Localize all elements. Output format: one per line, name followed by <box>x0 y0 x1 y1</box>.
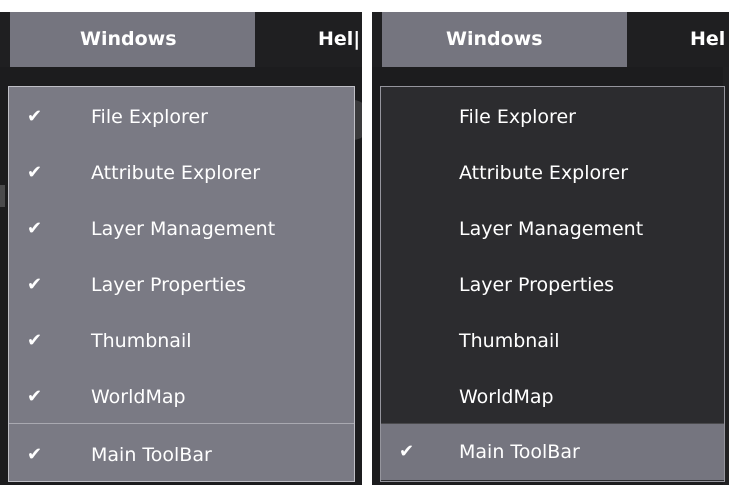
menu-item-label: Layer Management <box>91 218 276 240</box>
menu-item-label: File Explorer <box>459 106 576 128</box>
top-strip <box>0 0 362 12</box>
menu-item-layer-management[interactable]: Layer Management <box>381 201 724 257</box>
checkmark-icon: ✔ <box>27 386 43 407</box>
background-fragment <box>0 185 5 207</box>
menu-item-label: Thumbnail <box>459 330 560 352</box>
menu-item-label: Layer Management <box>459 218 644 240</box>
menu-item-file-explorer[interactable]: File Explorer <box>381 89 724 145</box>
menu-item-layer-management[interactable]: ✔ Layer Management <box>9 201 354 257</box>
top-strip <box>372 0 729 12</box>
menu-item-layer-properties[interactable]: ✔ Layer Properties <box>9 257 354 313</box>
menu-item-label: Layer Properties <box>459 274 615 296</box>
checkmark-icon: ✔ <box>27 274 43 295</box>
menu-item-worldmap[interactable]: WorldMap <box>381 369 724 425</box>
menu-item-label: Layer Properties <box>91 274 247 296</box>
menu-item-main-toolbar[interactable]: ✔ Main ToolBar <box>381 424 724 480</box>
checkmark-icon: ✔ <box>27 106 43 127</box>
menu-item-label: WorldMap <box>459 386 554 408</box>
menu-item-worldmap[interactable]: ✔ WorldMap <box>9 369 354 425</box>
menu-item-main-toolbar[interactable]: ✔ Main ToolBar <box>9 427 354 483</box>
menu-item-layer-properties[interactable]: Layer Properties <box>381 257 724 313</box>
menu-item-file-explorer[interactable]: ✔ File Explorer <box>9 89 354 145</box>
menu-separator <box>9 423 354 424</box>
menu-item-label: Attribute Explorer <box>91 162 261 184</box>
screenshot-left: Windows Hel| ✔ File Explorer ✔ Attribute… <box>0 0 362 485</box>
menu-item-label: File Explorer <box>91 106 208 128</box>
menu-item-label: Main ToolBar <box>459 441 580 463</box>
checkmark-icon: ✔ <box>27 330 43 351</box>
windows-dropdown-menu: File Explorer Attribute Explorer Layer M… <box>380 86 725 482</box>
checkmark-icon: ✔ <box>27 162 43 183</box>
screenshot-right: Windows Hel File Explorer Attribute Expl… <box>372 0 729 485</box>
menu-item-label: Attribute Explorer <box>459 162 629 184</box>
windows-dropdown-menu: ✔ File Explorer ✔ Attribute Explorer ✔ L… <box>8 86 355 482</box>
menu-bar: Windows Hel <box>372 12 729 67</box>
menu-item-label: Main ToolBar <box>91 444 212 466</box>
menu-item-label: WorldMap <box>91 386 186 408</box>
menu-bar: Windows Hel| <box>0 12 362 67</box>
menu-item-attribute-explorer[interactable]: Attribute Explorer <box>381 145 724 201</box>
checkmark-icon: ✔ <box>399 441 415 462</box>
checkmark-icon: ✔ <box>27 218 43 239</box>
menu-windows[interactable]: Windows <box>10 12 255 67</box>
menu-windows[interactable]: Windows <box>382 12 627 67</box>
menu-item-thumbnail[interactable]: ✔ Thumbnail <box>9 313 354 369</box>
menu-help[interactable]: Hel| <box>318 12 360 67</box>
checkmark-icon: ✔ <box>27 444 43 465</box>
menu-help[interactable]: Hel <box>690 12 725 67</box>
menu-item-label: Thumbnail <box>91 330 192 352</box>
menu-item-attribute-explorer[interactable]: ✔ Attribute Explorer <box>9 145 354 201</box>
menu-item-thumbnail[interactable]: Thumbnail <box>381 313 724 369</box>
